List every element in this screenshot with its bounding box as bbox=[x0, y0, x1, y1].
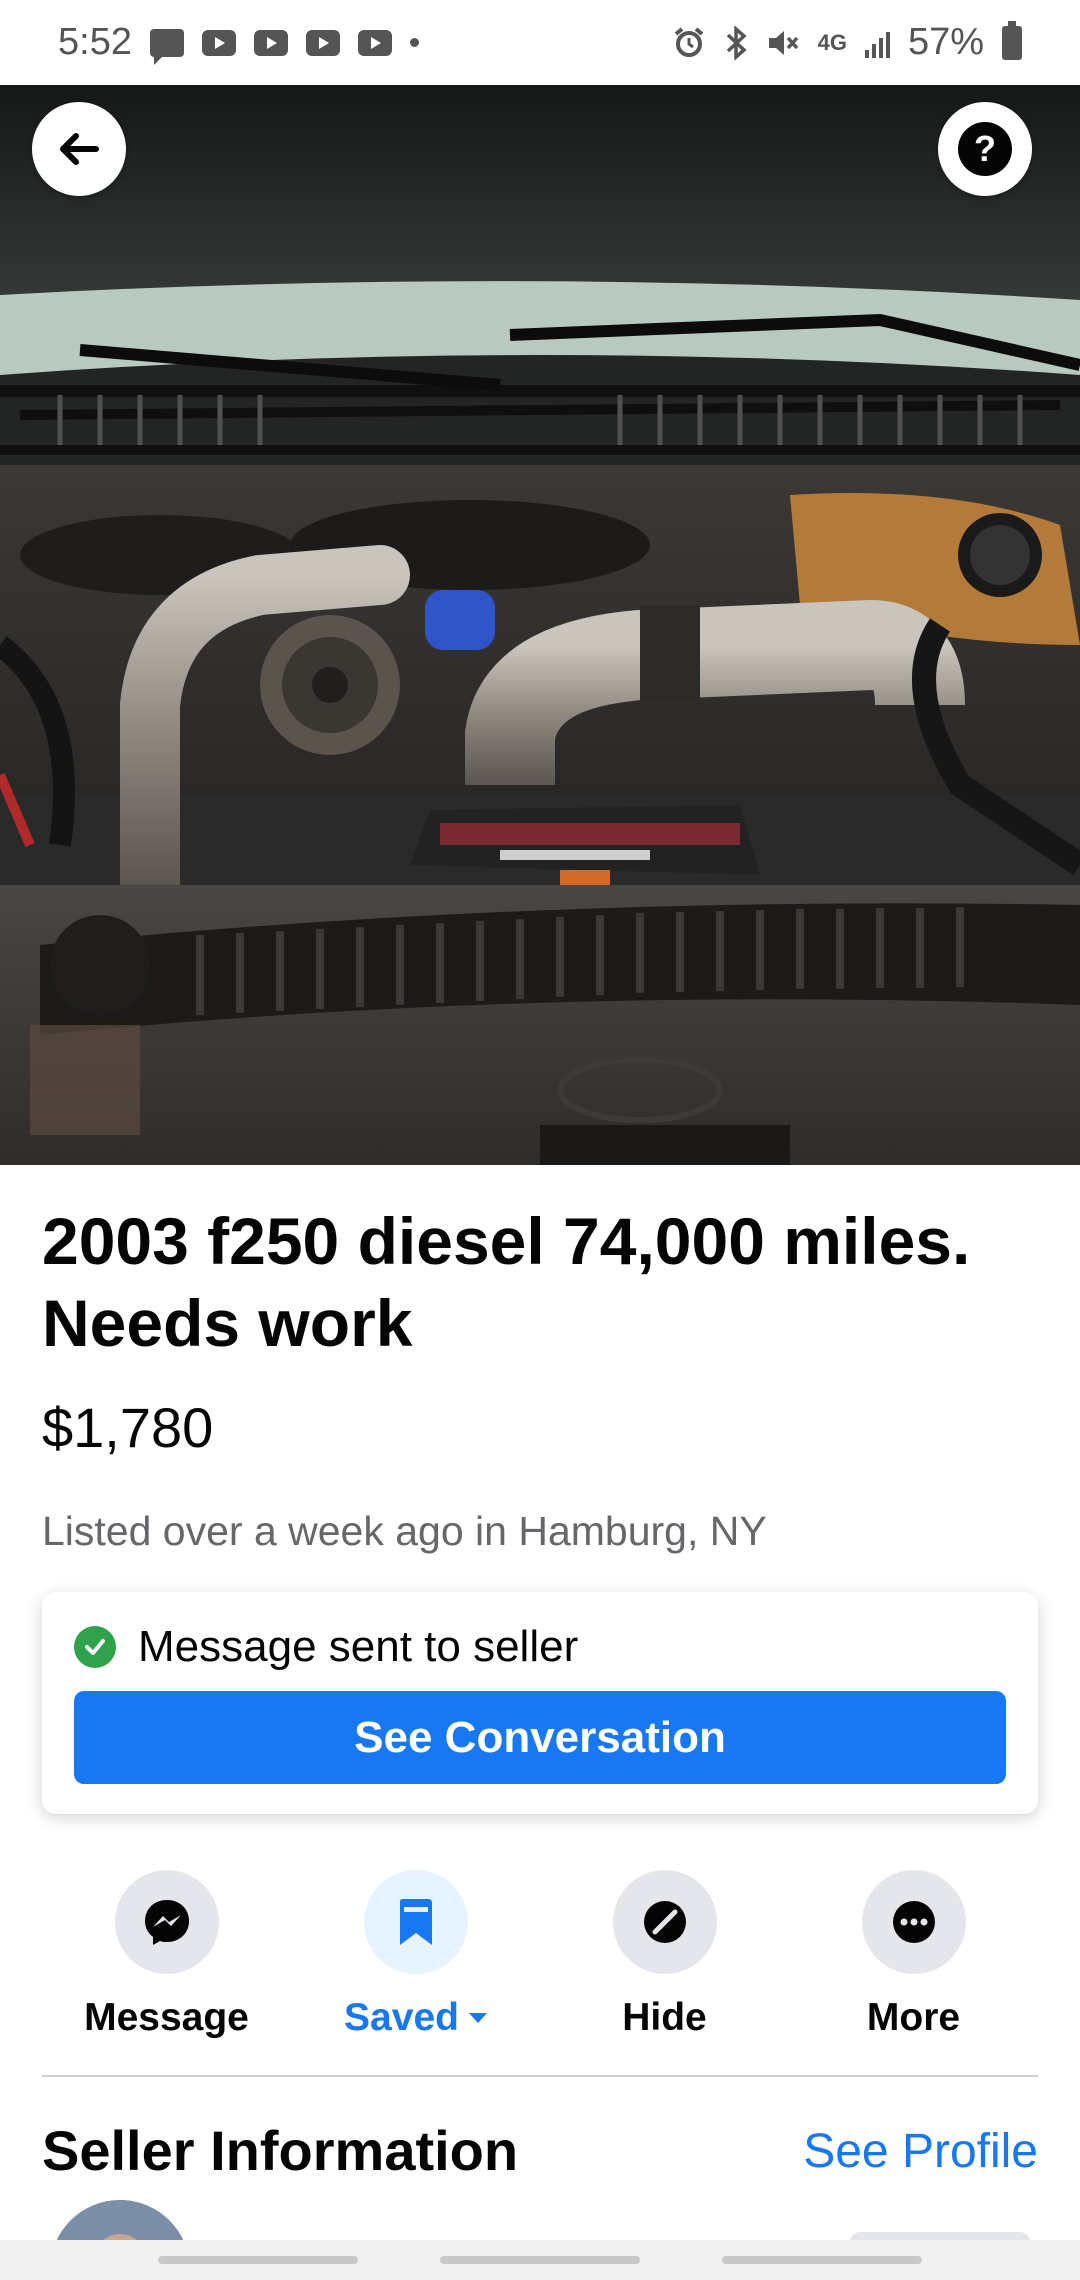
nav-home[interactable] bbox=[440, 2256, 640, 2264]
see-profile-link[interactable]: See Profile bbox=[803, 2124, 1038, 2179]
listing-price: $1,780 bbox=[42, 1396, 214, 1459]
nav-recent-apps[interactable] bbox=[158, 2256, 358, 2264]
status-bar: 5:52 4G 57% bbox=[0, 0, 1080, 85]
dropdown-caret-icon bbox=[468, 2013, 487, 2023]
back-button[interactable] bbox=[32, 102, 126, 196]
more-action-label: More bbox=[866, 1996, 961, 2039]
help-button[interactable]: ? bbox=[938, 102, 1032, 196]
message-status-text: Message sent to seller bbox=[138, 1622, 579, 1671]
youtube-notification-icon bbox=[201, 29, 236, 56]
network-type-label: 4G bbox=[817, 29, 847, 55]
more-action[interactable]: More bbox=[789, 1870, 1038, 2050]
chat-notification-icon bbox=[149, 28, 184, 65]
mute-icon bbox=[766, 26, 800, 60]
battery-percent: 57% bbox=[907, 21, 984, 63]
message-sent-card: Message sent to seller See Conversation bbox=[42, 1592, 1038, 1814]
listing-meta: Listed over a week ago in Hamburg, NY bbox=[42, 1508, 767, 1554]
signal-icon bbox=[864, 28, 890, 58]
hide-action-label: Hide bbox=[622, 1996, 707, 2039]
saved-label-text: Saved bbox=[344, 1996, 459, 2039]
seller-info-heading: Seller Information bbox=[42, 2119, 519, 2182]
hide-action[interactable]: Hide bbox=[540, 1870, 789, 2050]
message-action[interactable]: Message bbox=[42, 1870, 291, 2050]
engine-bay-image bbox=[0, 85, 1080, 1165]
message-action-label: Message bbox=[84, 1996, 249, 2039]
youtube-notification-icon bbox=[305, 29, 340, 56]
status-time: 5:52 bbox=[58, 21, 132, 63]
question-mark-icon: ? bbox=[958, 122, 1012, 176]
messenger-icon bbox=[114, 1870, 219, 1974]
youtube-notification-icon bbox=[357, 29, 392, 56]
bookmark-icon bbox=[363, 1870, 468, 1974]
back-arrow-icon bbox=[60, 133, 99, 165]
listing-title: 2003 f250 diesel 74,000 miles. Needs wor… bbox=[42, 1204, 971, 1360]
system-navigation-bar bbox=[0, 2240, 1080, 2280]
divider bbox=[42, 2075, 1038, 2077]
bluetooth-icon bbox=[724, 25, 748, 60]
saved-action-label: Saved bbox=[344, 1996, 487, 2040]
action-row: Message Saved Hide More bbox=[42, 1870, 1038, 2050]
see-conversation-button[interactable]: See Conversation bbox=[74, 1691, 1006, 1784]
youtube-notification-icon bbox=[253, 29, 288, 56]
listing-photo[interactable] bbox=[0, 85, 1080, 1165]
more-icon bbox=[861, 1870, 966, 1974]
check-circle-icon bbox=[74, 1626, 116, 1668]
more-notifications-dot-icon bbox=[409, 38, 419, 47]
saved-action[interactable]: Saved bbox=[291, 1870, 540, 2050]
alarm-icon bbox=[672, 26, 706, 60]
nav-back[interactable] bbox=[722, 2256, 922, 2264]
battery-icon bbox=[1002, 20, 1022, 60]
hide-icon bbox=[612, 1870, 717, 1974]
